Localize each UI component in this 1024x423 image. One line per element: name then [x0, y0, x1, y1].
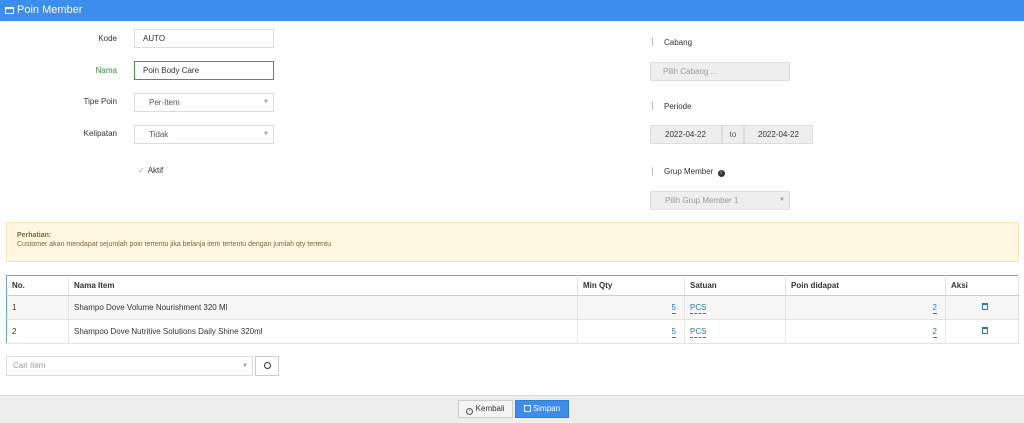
chevron-down-icon: ▼	[263, 99, 269, 105]
periode-checkbox[interactable]: Periode	[652, 102, 692, 111]
periode-to-label: to	[722, 125, 744, 144]
check-icon: ✓	[138, 166, 145, 175]
row-min-qty[interactable]: 5	[577, 295, 685, 320]
chevron-down-icon: ▼	[779, 197, 785, 203]
kelipatan-label: Kelipatan	[83, 129, 117, 138]
save-button-label: Simpan	[532, 404, 561, 413]
trash-icon	[981, 327, 988, 334]
tipe-poin-label: Tipe Poin	[83, 97, 118, 106]
col-satuan: Satuan	[684, 275, 786, 296]
item-search-input[interactable]: Cari Item ▼	[6, 356, 253, 376]
items-table: No. Nama Item Min Qty Satuan Poin didapa…	[6, 275, 1019, 344]
cabang-label: Cabang	[664, 38, 693, 47]
nama-label: Nama	[95, 66, 117, 75]
cabang-select[interactable]: Pilih Cabang ...	[650, 62, 790, 81]
table-row: 1 Shampo Dove Volume Nourishment 320 Ml …	[6, 295, 1019, 320]
checkbox-icon	[652, 38, 659, 46]
row-poin[interactable]: 2	[785, 319, 946, 344]
col-no: No.	[6, 275, 69, 296]
grup-member-checkbox[interactable]: Grup Member i	[652, 167, 725, 177]
row-no: 2	[6, 319, 69, 344]
checkbox-icon	[652, 102, 659, 110]
search-button[interactable]	[255, 356, 279, 376]
search-icon	[263, 362, 271, 369]
kelipatan-select[interactable]: Tidak ▼	[134, 125, 274, 144]
delete-button[interactable]	[945, 319, 1019, 344]
kelipatan-value: Tidak	[149, 130, 169, 139]
notice-title: Perhatian:	[17, 232, 52, 239]
table-row: 2 Shampoo Dove Nutritive Solutions Daily…	[6, 319, 1019, 344]
col-min-qty: Min Qty	[577, 275, 685, 296]
notice-text: Customer akan mendapat sejumlah poin ter…	[17, 241, 332, 248]
floppy-icon	[523, 405, 531, 412]
aktif-label: Aktif	[147, 166, 164, 175]
row-min-qty[interactable]: 5	[577, 319, 685, 344]
checkbox-icon	[652, 167, 659, 175]
periode-from-input[interactable]: 2022-04-22	[650, 125, 722, 144]
row-item: Shampoo Dove Nutritive Solutions Daily S…	[68, 319, 578, 344]
row-poin[interactable]: 2	[785, 295, 946, 320]
col-nama-item: Nama Item	[68, 275, 578, 296]
attention-notice: Perhatian: Customer akan mendapat sejuml…	[6, 222, 1019, 262]
kode-label: Kode	[98, 34, 117, 43]
save-button[interactable]: Simpan	[515, 400, 569, 418]
chevron-down-icon: ▼	[242, 363, 248, 369]
tipe-poin-value: Per-Item	[149, 98, 180, 107]
grup-member-value: Pilih Grup Member 1	[665, 196, 739, 205]
search-placeholder: Cari Item	[13, 361, 46, 370]
info-icon: i	[717, 170, 725, 177]
periode-to-input[interactable]: 2022-04-22	[744, 125, 813, 144]
row-no: 1	[6, 295, 69, 320]
page-title: Poin Member	[17, 4, 83, 16]
row-item: Shampo Dove Volume Nourishment 320 Ml	[68, 295, 578, 320]
back-button-label: Kembali	[475, 404, 505, 413]
delete-button[interactable]	[945, 295, 1019, 320]
tipe-poin-select[interactable]: Per-Item ▼	[134, 93, 274, 112]
page-header: Poin Member	[0, 0, 1024, 21]
row-satuan[interactable]: PCS	[684, 319, 786, 344]
row-satuan[interactable]: PCS	[684, 295, 786, 320]
col-poin-didapat: Poin didapat	[785, 275, 946, 296]
periode-label: Periode	[664, 102, 692, 111]
aktif-checkbox[interactable]: ✓ Aktif	[138, 166, 163, 175]
nama-input[interactable]: Poin Body Care	[134, 61, 274, 80]
table-header-row: No. Nama Item Min Qty Satuan Poin didapa…	[6, 275, 1019, 296]
grup-member-select[interactable]: Pilih Grup Member 1 ▼	[650, 191, 790, 210]
kode-input[interactable]: AUTO	[134, 29, 274, 48]
grup-member-label: Grup Member	[664, 167, 714, 176]
chevron-down-icon: ▼	[263, 131, 269, 137]
col-aksi: Aksi	[945, 275, 1019, 296]
card-icon	[5, 7, 14, 14]
arrow-left-icon: ‹	[466, 408, 474, 415]
back-button[interactable]: ‹ Kembali	[458, 400, 513, 418]
cabang-checkbox[interactable]: Cabang	[652, 38, 692, 47]
trash-icon	[981, 303, 988, 310]
